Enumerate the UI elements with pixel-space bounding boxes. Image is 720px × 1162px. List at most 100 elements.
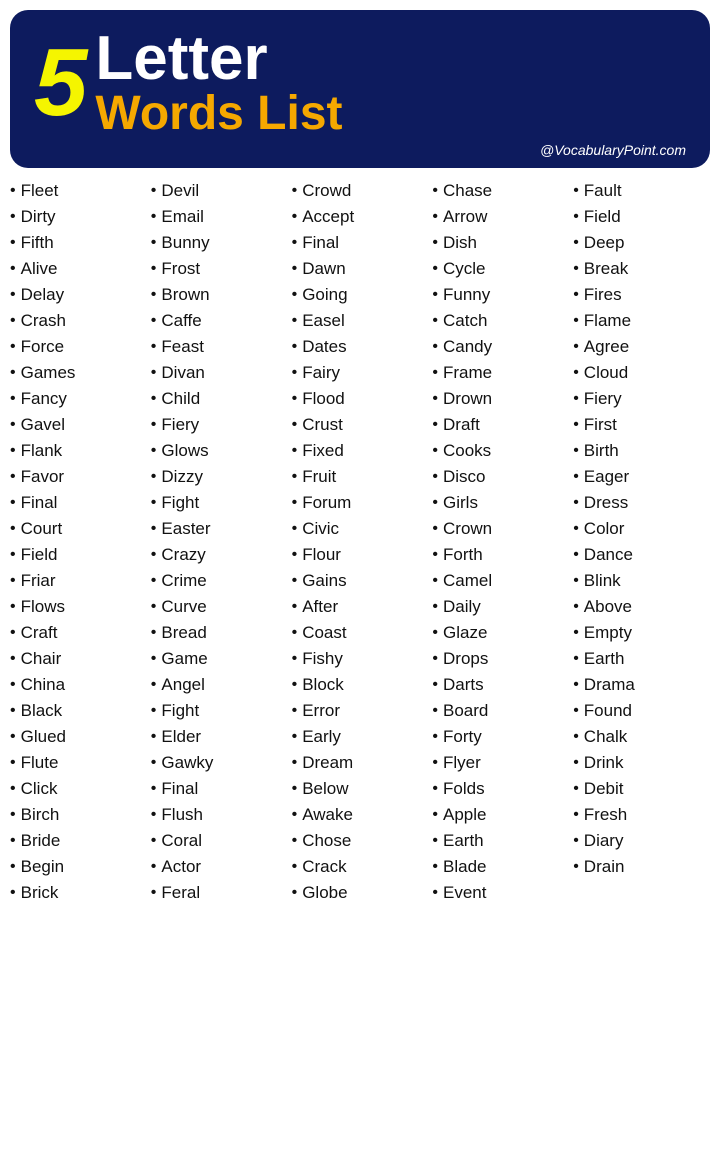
list-item: •Final [151, 776, 288, 802]
word-label: Drown [443, 389, 492, 409]
bullet-icon: • [573, 598, 579, 616]
word-label: Brick [21, 883, 59, 903]
word-label: Brown [161, 285, 209, 305]
bullet-icon: • [573, 416, 579, 434]
bullet-icon: • [292, 442, 298, 460]
bullet-icon: • [432, 390, 438, 408]
word-label: Frame [443, 363, 492, 383]
bullet-icon: • [573, 494, 579, 512]
word-label: Early [302, 727, 341, 747]
list-item: •Found [573, 698, 710, 724]
word-label: Chose [302, 831, 351, 851]
bullet-icon: • [432, 832, 438, 850]
bullet-icon: • [292, 286, 298, 304]
bullet-icon: • [292, 754, 298, 772]
word-label: China [21, 675, 65, 695]
bullet-icon: • [10, 754, 16, 772]
bullet-icon: • [151, 624, 157, 642]
word-label: First [584, 415, 617, 435]
list-item: •Friar [10, 568, 147, 594]
list-item: •Actor [151, 854, 288, 880]
bullet-icon: • [151, 234, 157, 252]
word-label: Flute [21, 753, 59, 773]
bullet-icon: • [151, 416, 157, 434]
word-label: Final [21, 493, 58, 513]
list-item: •Game [151, 646, 288, 672]
bullet-icon: • [573, 182, 579, 200]
bullet-icon: • [292, 208, 298, 226]
word-label: Fruit [302, 467, 336, 487]
list-item: •Force [10, 334, 147, 360]
list-item: •Easel [292, 308, 429, 334]
word-label: Bride [21, 831, 61, 851]
bullet-icon: • [432, 208, 438, 226]
word-label: Dish [443, 233, 477, 253]
list-item: •Dish [432, 230, 569, 256]
list-item: •Alive [10, 256, 147, 282]
list-item: •Crash [10, 308, 147, 334]
bullet-icon: • [10, 390, 16, 408]
bullet-icon: • [151, 338, 157, 356]
list-item: •Flank [10, 438, 147, 464]
word-label: Fires [584, 285, 622, 305]
bullet-icon: • [573, 832, 579, 850]
word-label: Gavel [21, 415, 65, 435]
list-item: •Fires [573, 282, 710, 308]
word-label: Fiery [584, 389, 622, 409]
list-item: •Fresh [573, 802, 710, 828]
word-label: Final [161, 779, 198, 799]
word-label: Frost [161, 259, 200, 279]
word-label: Crime [161, 571, 206, 591]
bullet-icon: • [432, 858, 438, 876]
list-item: •Dawn [292, 256, 429, 282]
bullet-icon: • [573, 364, 579, 382]
bullet-icon: • [151, 728, 157, 746]
bullet-icon: • [292, 182, 298, 200]
list-item: • Fault [573, 178, 710, 204]
word-label: Dance [584, 545, 633, 565]
word-label: Fault [584, 181, 622, 201]
word-label: Earth [443, 831, 484, 851]
bullet-icon: • [292, 312, 298, 330]
list-item: •Fishy [292, 646, 429, 672]
list-item: •Drink [573, 750, 710, 776]
bullet-icon: • [432, 416, 438, 434]
word-label: Camel [443, 571, 492, 591]
list-item: •Event [432, 880, 569, 906]
word-label: Fiery [161, 415, 199, 435]
list-item: •Bunny [151, 230, 288, 256]
word-label: Blade [443, 857, 486, 877]
word-label: Girls [443, 493, 478, 513]
word-label: Final [302, 233, 339, 253]
bullet-icon: • [151, 806, 157, 824]
list-item: •Color [573, 516, 710, 542]
bullet-icon: • [10, 286, 16, 304]
word-label: Cycle [443, 259, 486, 279]
bullet-icon: • [573, 806, 579, 824]
word-label: Civic [302, 519, 339, 539]
list-item: •Dream [292, 750, 429, 776]
word-label: Crazy [161, 545, 205, 565]
list-item: •Chose [292, 828, 429, 854]
word-label: Globe [302, 883, 347, 903]
bullet-icon: • [573, 390, 579, 408]
word-label: Favor [21, 467, 64, 487]
word-label: Drink [584, 753, 624, 773]
bullet-icon: • [10, 676, 16, 694]
word-label: Daily [443, 597, 481, 617]
word-label: Game [161, 649, 207, 669]
list-item: •Catch [432, 308, 569, 334]
word-label: Click [21, 779, 58, 799]
word-label: Glaze [443, 623, 487, 643]
letter-heading: Letter [95, 28, 342, 90]
bullet-icon: • [151, 780, 157, 798]
word-label: Drama [584, 675, 635, 695]
list-item: •Brick [10, 880, 147, 906]
list-item: •Court [10, 516, 147, 542]
list-item: •Error [292, 698, 429, 724]
list-item: •Daily [432, 594, 569, 620]
word-label: Coast [302, 623, 346, 643]
columns-container: •Fleet•Dirty•Fifth•Alive•Delay•Crash•For… [8, 178, 712, 906]
word-label: Court [21, 519, 63, 539]
list-item: •Fixed [292, 438, 429, 464]
